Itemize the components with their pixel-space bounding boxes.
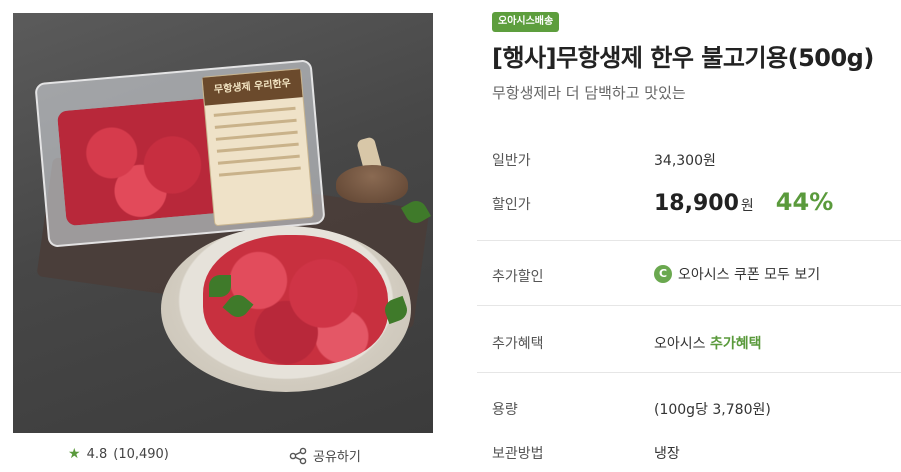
divider	[477, 305, 901, 306]
share-label: 공유하기	[313, 450, 361, 465]
storage-label: 보관방법	[492, 446, 544, 462]
product-image: 무항생제 우리한우	[13, 13, 433, 433]
extra-benefit-link[interactable]: 추가혜택	[710, 336, 762, 352]
capacity-label: 용량	[492, 402, 518, 418]
coupon-link-label: 오아시스 쿠폰 모두 보기	[678, 267, 821, 283]
storage-value: 냉장	[654, 446, 680, 462]
regular-price-value: 34,300원	[654, 153, 716, 169]
share-button[interactable]: 공유하기	[289, 446, 361, 465]
regular-price-label: 일반가	[492, 153, 531, 169]
product-title: [행사]무항생제 한우 불고기용(500g)	[492, 44, 874, 72]
extra-benefit-label: 추가혜택	[492, 336, 544, 352]
mushroom-cap-graphic	[336, 165, 408, 203]
capacity-value: (100g당 3,780원)	[654, 402, 771, 418]
extra-benefit-prefix: 오아시스	[654, 336, 710, 352]
rating-score: 4.8	[86, 446, 108, 462]
extra-discount-label: 추가할인	[492, 269, 544, 285]
divider	[477, 240, 901, 241]
rating: ★ 4.8 (10,490)	[68, 446, 169, 462]
sale-price-unit: 원	[740, 198, 754, 214]
extra-benefit-row: 오아시스 추가혜택	[654, 333, 762, 353]
tray-label-text: 무항생제 우리한우	[202, 69, 303, 106]
product-subtitle: 무항생제라 더 담백하고 맛있는	[492, 84, 686, 102]
discount-rate: 44%	[775, 188, 834, 216]
sale-price-label: 할인가	[492, 197, 531, 213]
rating-count: (10,490)	[113, 446, 169, 462]
divider	[477, 372, 901, 373]
delivery-badge: 오아시스배송	[492, 12, 560, 32]
sale-price-value: 18,900	[654, 191, 739, 216]
tray-label-graphic: 무항생제 우리한우	[201, 68, 315, 227]
coupon-link[interactable]: C 오아시스 쿠폰 모두 보기	[654, 264, 820, 284]
share-icon	[289, 447, 307, 464]
coupon-icon: C	[654, 265, 672, 283]
sale-price-row: 18,900 원 44%	[654, 188, 833, 216]
star-icon: ★	[68, 446, 81, 462]
meat-tray-graphic: 무항생제 우리한우	[34, 59, 326, 248]
herb-graphic	[209, 275, 231, 297]
